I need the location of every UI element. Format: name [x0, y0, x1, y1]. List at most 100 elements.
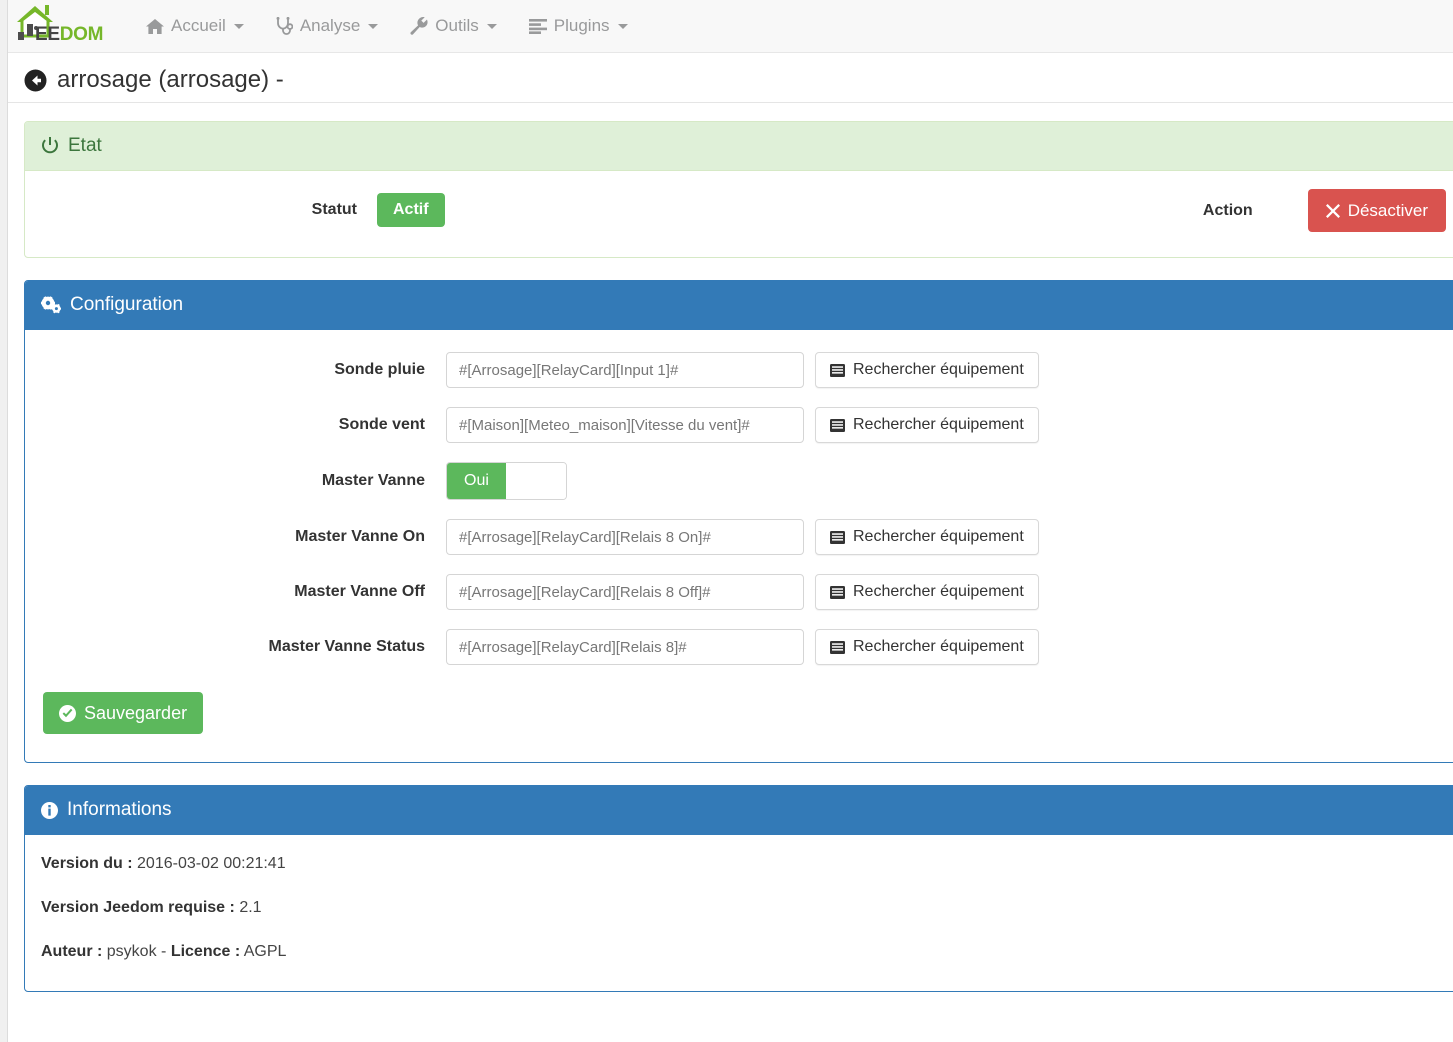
search-equipment-label: Rechercher équipement [853, 638, 1024, 656]
input-master-vanne-on[interactable] [446, 519, 804, 556]
label-master-vanne-off: Master Vanne Off [294, 583, 425, 601]
configuration-panel: Configuration Sonde pluie Reche [24, 280, 1453, 764]
info-value-version-jeedom: 2.1 [239, 899, 262, 917]
list-alt-icon [830, 585, 845, 599]
search-equipment-label: Rechercher équipement [853, 583, 1024, 601]
info-label-version-jeedom: Version Jeedom requise : [41, 899, 235, 917]
form-row-sonde-pluie: Sonde pluie Rechercher équipement [41, 352, 1453, 389]
search-equipment-button-master-vanne-status[interactable]: Rechercher équipement [815, 629, 1039, 666]
save-row: Sauvegarder [41, 684, 1453, 742]
label-master-vanne-on: Master Vanne On [295, 528, 425, 546]
label-sonde-vent: Sonde vent [338, 416, 425, 434]
status-badge: Actif [377, 193, 445, 228]
etat-panel: Etat Statut Actif Action Désactiver [24, 121, 1453, 259]
list-alt-icon [830, 418, 845, 432]
info-line-version-du: Version du : 2016-03-02 00:21:41 [41, 855, 1453, 873]
desactiver-button[interactable]: Désactiver [1307, 189, 1446, 233]
info-line-version-jeedom: Version Jeedom requise : 2.1 [41, 899, 1453, 917]
etat-panel-heading: Etat [25, 122, 1453, 172]
nav-item-outils[interactable]: Outils [394, 0, 512, 53]
list-alt-icon [830, 363, 845, 377]
etat-panel-title: Etat [68, 135, 102, 157]
list-alt-icon [830, 530, 845, 544]
info-label-version-du: Version du : [41, 855, 133, 873]
desactiver-button-label: Désactiver [1347, 201, 1428, 221]
label-master-vanne-status: Master Vanne Status [268, 638, 426, 656]
nav-item-analyse[interactable]: Analyse [260, 0, 394, 53]
action-row: Action Désactiver [1202, 189, 1446, 233]
info-value-licence: AGPL [243, 943, 287, 961]
input-sonde-pluie[interactable] [446, 352, 804, 389]
statut-row: Statut Actif [25, 193, 785, 228]
search-equipment-button-master-vanne-off[interactable]: Rechercher équipement [815, 574, 1039, 611]
times-icon [1325, 203, 1340, 218]
info-line-auteur-licence: Auteur : psykok - Licence : AGPL [41, 943, 1453, 961]
home-icon [146, 18, 164, 35]
master-vanne-toggle-on-label: Oui [447, 463, 507, 500]
page-title-bar: arrosage (arrosage) - [8, 53, 1453, 104]
chevron-down-icon [233, 23, 244, 29]
search-equipment-button-master-vanne-on[interactable]: Rechercher équipement [815, 519, 1039, 556]
master-vanne-toggle-handle[interactable] [506, 463, 566, 500]
cogs-icon [41, 296, 61, 314]
informations-panel-title: Informations [67, 799, 172, 821]
statut-label: Statut [311, 201, 357, 219]
page-content: Etat Statut Actif Action Désactiver Conf… [8, 103, 1453, 993]
informations-panel: Informations Version du : 2016-03-02 00:… [24, 785, 1453, 993]
main-navbar: EEDOM Accueil Analyse Outils Plugins [0, 0, 1453, 53]
form-row-master-vanne-on: Master Vanne On Rechercher équipement [41, 519, 1453, 556]
page-title: arrosage (arrosage) - [57, 66, 284, 93]
form-row-sonde-vent: Sonde vent Rechercher équipement [41, 407, 1453, 444]
nav-menu: Accueil Analyse Outils Plugins [130, 0, 644, 53]
info-label-auteur: Auteur : [41, 943, 103, 961]
list-icon [528, 18, 547, 34]
info-value-version-du: 2016-03-02 00:21:41 [137, 855, 286, 873]
info-circle-icon [41, 801, 58, 819]
master-vanne-toggle[interactable]: Oui [446, 462, 567, 501]
nav-label-plugins: Plugins [553, 16, 610, 35]
power-off-icon [41, 137, 59, 155]
nav-item-accueil[interactable]: Accueil [130, 0, 260, 53]
check-circle-icon [59, 704, 76, 722]
nav-label-outils: Outils [435, 16, 479, 35]
search-equipment-label: Rechercher équipement [853, 528, 1024, 546]
page-left-edge [0, 0, 8, 1042]
label-sonde-pluie: Sonde pluie [334, 361, 425, 379]
configuration-panel-body: Sonde pluie Rechercher équipement [25, 330, 1453, 762]
search-equipment-button-sonde-vent[interactable]: Rechercher équipement [815, 407, 1039, 444]
input-master-vanne-status[interactable] [446, 629, 804, 666]
list-alt-icon [830, 640, 845, 654]
form-row-master-vanne: Master Vanne Oui [41, 462, 1453, 501]
info-label-licence: Licence : [170, 943, 241, 961]
brand-wordmark: EEDOM [35, 25, 103, 44]
action-label: Action [1202, 201, 1253, 219]
jeedom-brand-logo[interactable]: EEDOM [8, 0, 112, 53]
label-master-vanne: Master Vanne [321, 472, 425, 490]
arrow-circle-left-icon[interactable] [24, 69, 47, 92]
form-row-master-vanne-off: Master Vanne Off Rechercher équipement [41, 574, 1453, 611]
nav-item-plugins[interactable]: Plugins [513, 0, 644, 53]
save-button[interactable]: Sauvegarder [43, 692, 204, 735]
wrench-icon [410, 17, 428, 35]
informations-panel-body: Version du : 2016-03-02 00:21:41 Version… [25, 835, 1453, 991]
chevron-down-icon [617, 23, 628, 29]
form-row-master-vanne-status: Master Vanne Status Rechercher équipemen… [41, 629, 1453, 666]
nav-label-accueil: Accueil [171, 16, 226, 35]
search-equipment-button-sonde-pluie[interactable]: Rechercher équipement [815, 352, 1039, 389]
search-equipment-label: Rechercher équipement [853, 361, 1024, 379]
input-master-vanne-off[interactable] [446, 574, 804, 611]
info-value-auteur: psykok - [106, 943, 167, 961]
chevron-down-icon [486, 23, 497, 29]
informations-panel-heading: Informations [25, 786, 1453, 836]
configuration-panel-heading: Configuration [25, 281, 1453, 331]
search-equipment-label: Rechercher équipement [853, 416, 1024, 434]
brand-text-dom: DOM [59, 23, 104, 45]
input-sonde-vent[interactable] [446, 407, 804, 444]
save-button-label: Sauvegarder [84, 703, 188, 724]
etat-panel-body: Statut Actif Action Désactiver [25, 171, 1453, 257]
chevron-down-icon [368, 23, 379, 29]
brand-text-ee: EE [35, 23, 60, 45]
configuration-panel-title: Configuration [70, 294, 184, 316]
stethoscope-icon [276, 17, 293, 35]
nav-label-analyse: Analyse [299, 16, 361, 35]
